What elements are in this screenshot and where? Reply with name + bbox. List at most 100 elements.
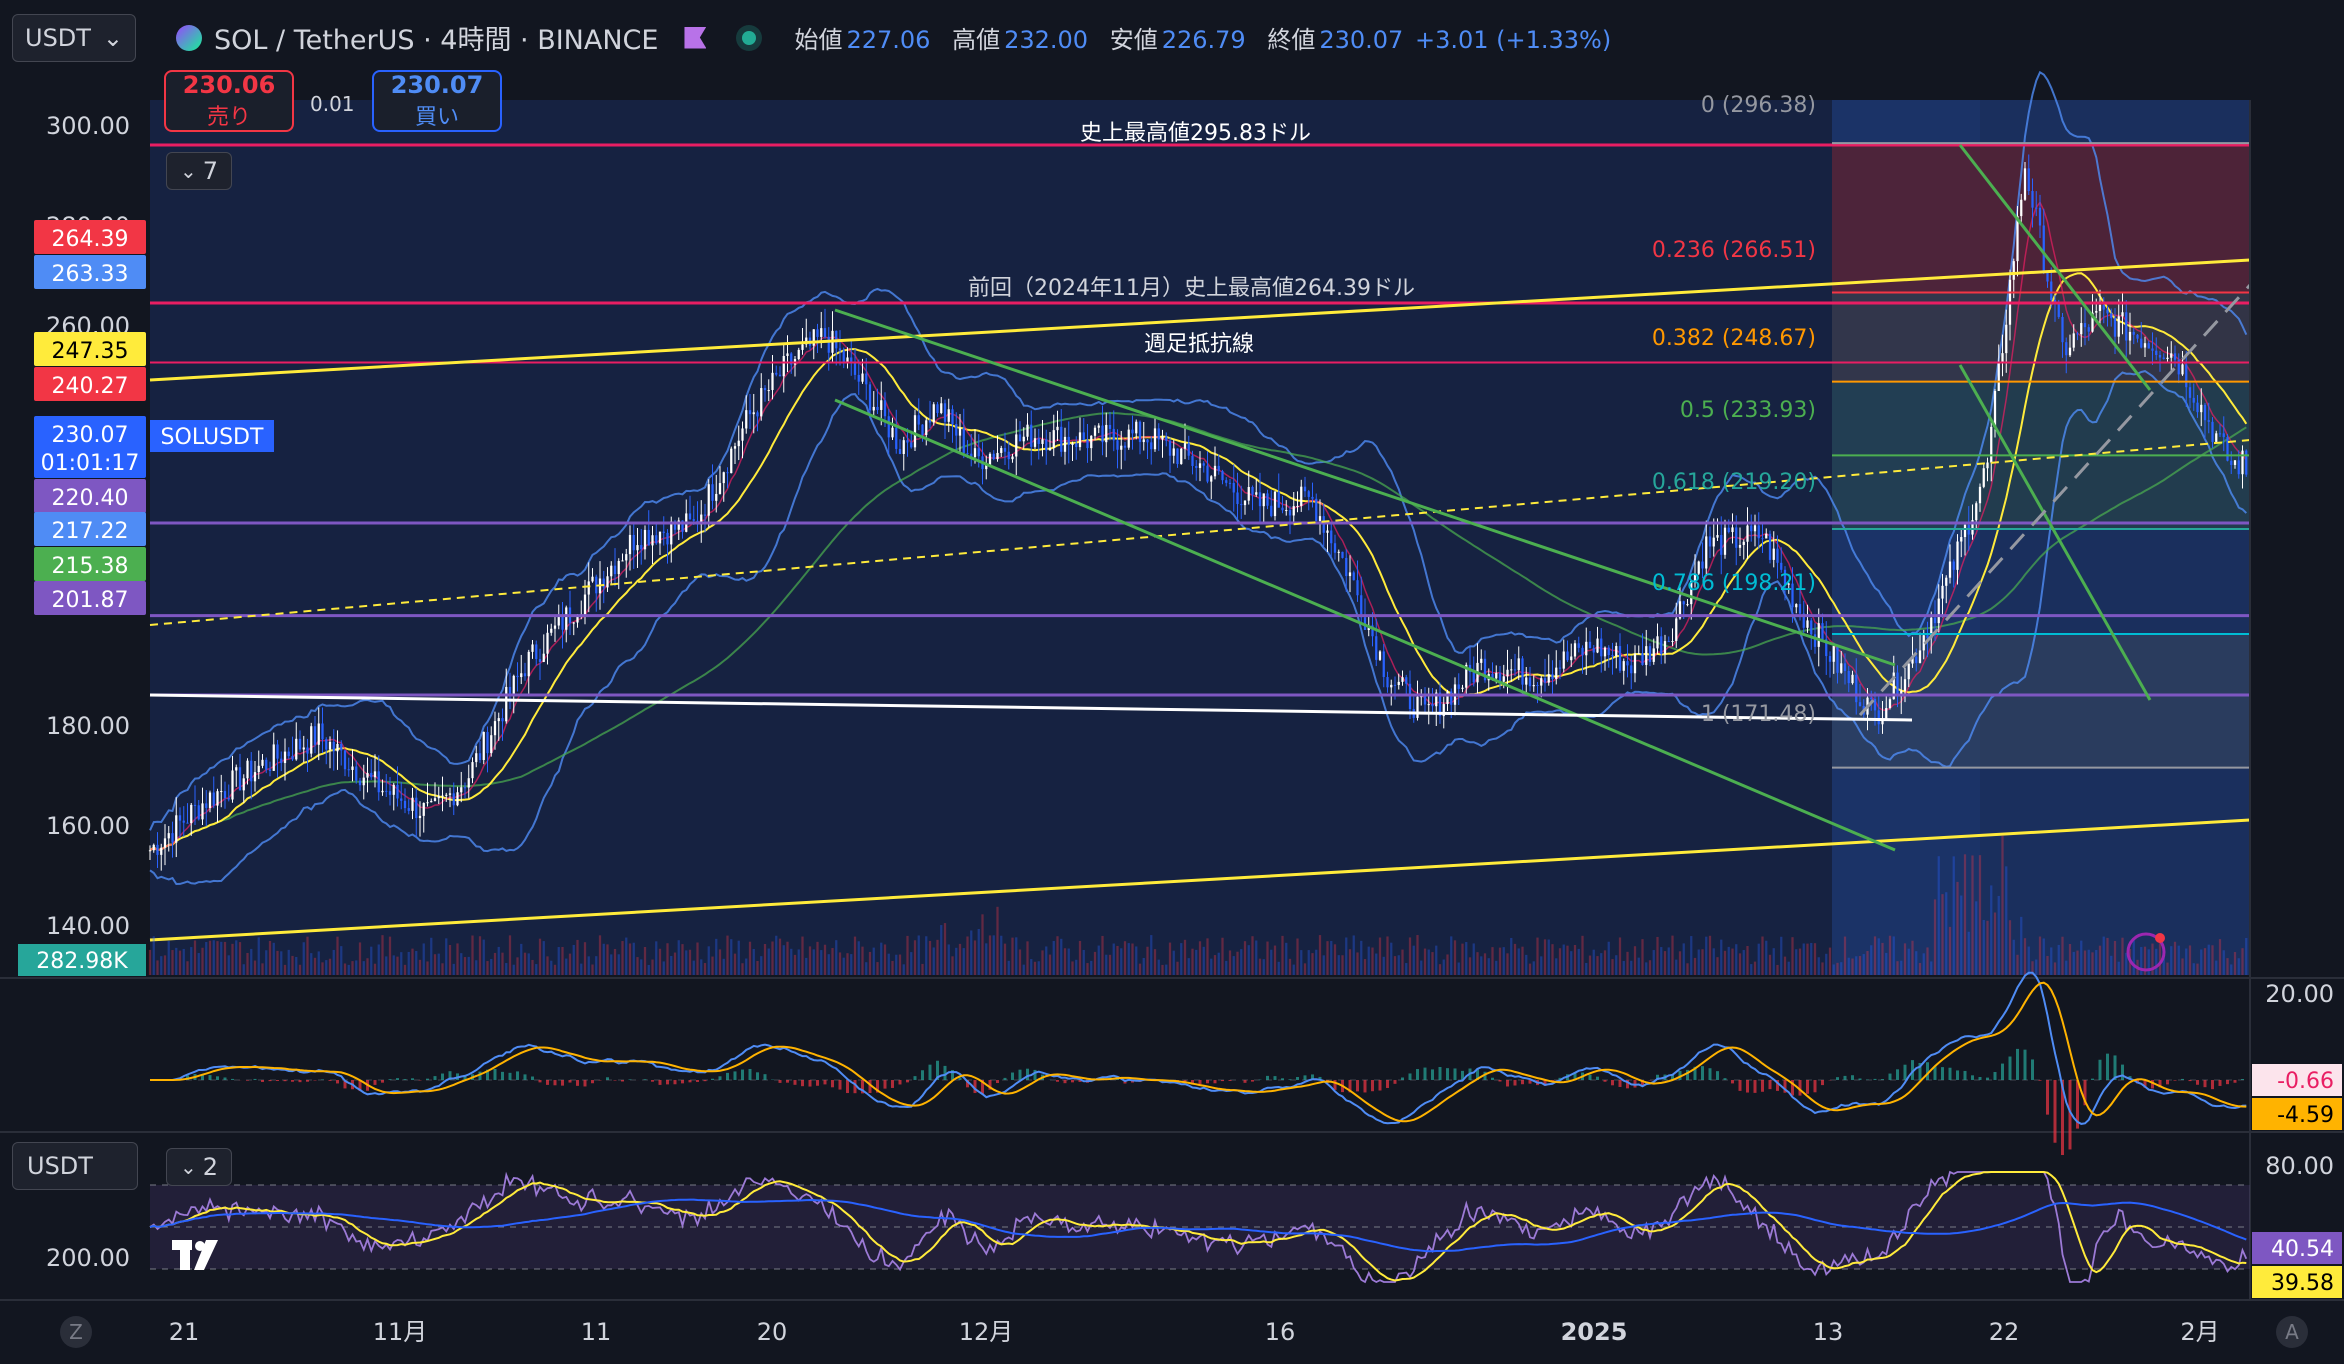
candle-body (1933, 617, 1937, 624)
volume-bar (1348, 949, 1352, 975)
macd-histogram-bar (1281, 1078, 1284, 1080)
candle-body (280, 758, 283, 764)
candle-body (928, 420, 932, 423)
macd-histogram-bar (531, 1076, 534, 1080)
candle-body (325, 739, 328, 750)
volume-bar (490, 958, 493, 975)
x-axis-tick: 13 (1813, 1318, 1844, 1346)
zoom-icon[interactable]: Z (60, 1316, 92, 1348)
volume-bar (2230, 964, 2233, 975)
volume-bar (1637, 957, 1640, 975)
buy-button[interactable]: 230.07 買い (372, 70, 502, 132)
candle-body (2065, 342, 2068, 356)
volume-bar (718, 949, 722, 975)
volume-bar (583, 942, 587, 975)
candle-body (2192, 397, 2195, 403)
quote-currency-select[interactable]: USDT ⌄ (12, 14, 136, 62)
volume-bar (1903, 943, 1907, 975)
candle-body (1120, 445, 1123, 450)
macd-histogram-bar (1513, 1080, 1517, 1086)
volume-bar (516, 957, 519, 975)
volume-bar (1708, 935, 1712, 975)
macd-histogram-bar (396, 1078, 399, 1080)
candle-body (1150, 442, 1153, 450)
volume-bar (1067, 948, 1070, 975)
volume-bar (1345, 937, 1348, 975)
volume-bar (542, 941, 545, 975)
sub-indicators-toggle[interactable]: ⌄ 2 (166, 1148, 232, 1186)
volume-bar (745, 958, 748, 975)
candle-body (628, 534, 632, 555)
volume-bar (1573, 944, 1577, 975)
volume-bar (722, 958, 725, 975)
volume-bar (565, 958, 568, 975)
candle-body (313, 726, 317, 745)
volume-bar (1461, 943, 1464, 975)
sell-button[interactable]: 230.06 売り (164, 70, 294, 132)
volume-bar (1116, 945, 1119, 975)
volume-bar (1382, 956, 1385, 975)
chart-header: SOL / TetherUS · 4時間 · BINANCE 始値 227.06 … (176, 18, 1611, 57)
weekly-resistance-annotation: 週足抵抗線 (1144, 332, 1254, 357)
macd-histogram-bar (1288, 1079, 1292, 1080)
volume-bar (1723, 950, 1727, 975)
candle-body (1255, 492, 1258, 495)
volume-bar (306, 936, 309, 975)
candle-body (2076, 333, 2079, 335)
volume-bar (1161, 964, 1164, 975)
candle-body (1138, 421, 1142, 443)
candle-body (456, 792, 459, 806)
volume-bar (1157, 959, 1160, 975)
candle-body (1243, 500, 1247, 506)
volume-bar (1937, 856, 1940, 975)
candle-body (977, 448, 980, 457)
flag-icon[interactable] (684, 26, 707, 49)
volume-bar (201, 947, 204, 975)
candle-body (388, 791, 392, 795)
volume-bar (1180, 943, 1183, 975)
volume-bar (1862, 954, 1865, 975)
candle-body (583, 594, 587, 615)
macd-histogram-bar (703, 1080, 707, 1082)
volume-bar (527, 953, 530, 975)
volume-bar (287, 949, 290, 975)
candle-body (2080, 323, 2083, 335)
macd-histogram-bar (2016, 1048, 2019, 1080)
volume-bar (1956, 881, 1959, 975)
volume-bar (1757, 943, 1760, 975)
volume-bar (1566, 945, 1569, 975)
macd-histogram-bar (388, 1079, 392, 1080)
candle-body (1217, 465, 1220, 472)
volume-bar (1731, 948, 1734, 975)
volume-bar (928, 940, 932, 975)
volume-bar (1285, 942, 1288, 975)
candle-body (1427, 704, 1430, 706)
volume-bar (1787, 961, 1790, 975)
candle-body (1326, 530, 1329, 533)
indicators-toggle[interactable]: ⌄ 7 (166, 152, 232, 190)
volume-bar (1138, 963, 1142, 975)
volume-bar (962, 948, 965, 975)
volume-bar (336, 936, 339, 975)
candle-body (471, 762, 474, 779)
candle-body (193, 804, 197, 806)
candle-body (1723, 527, 1727, 555)
volume-bar (932, 947, 935, 975)
volume-bar (2008, 920, 2012, 975)
chart-svg[interactable]: 史上最高値295.83ドル前回（2024年11月）史上最高値264.39ドル週足… (0, 0, 2344, 1364)
volume-bar (212, 940, 215, 975)
volume-bar (1153, 949, 1157, 975)
auto-scale-icon[interactable]: A (2276, 1316, 2308, 1348)
volume-bar (1667, 947, 1670, 975)
macd-histogram-bar (763, 1074, 767, 1080)
volume-bar (235, 940, 238, 975)
candle-body (797, 349, 800, 360)
volume-bar (1671, 935, 1674, 975)
volume-bar (302, 942, 305, 975)
volume-bar (291, 955, 294, 975)
volume-bar (388, 936, 392, 975)
candle-body (1030, 424, 1033, 447)
sub-quote-select[interactable]: USDT (12, 1142, 138, 1190)
volume-bar (317, 951, 320, 975)
volume-bar (947, 944, 950, 975)
